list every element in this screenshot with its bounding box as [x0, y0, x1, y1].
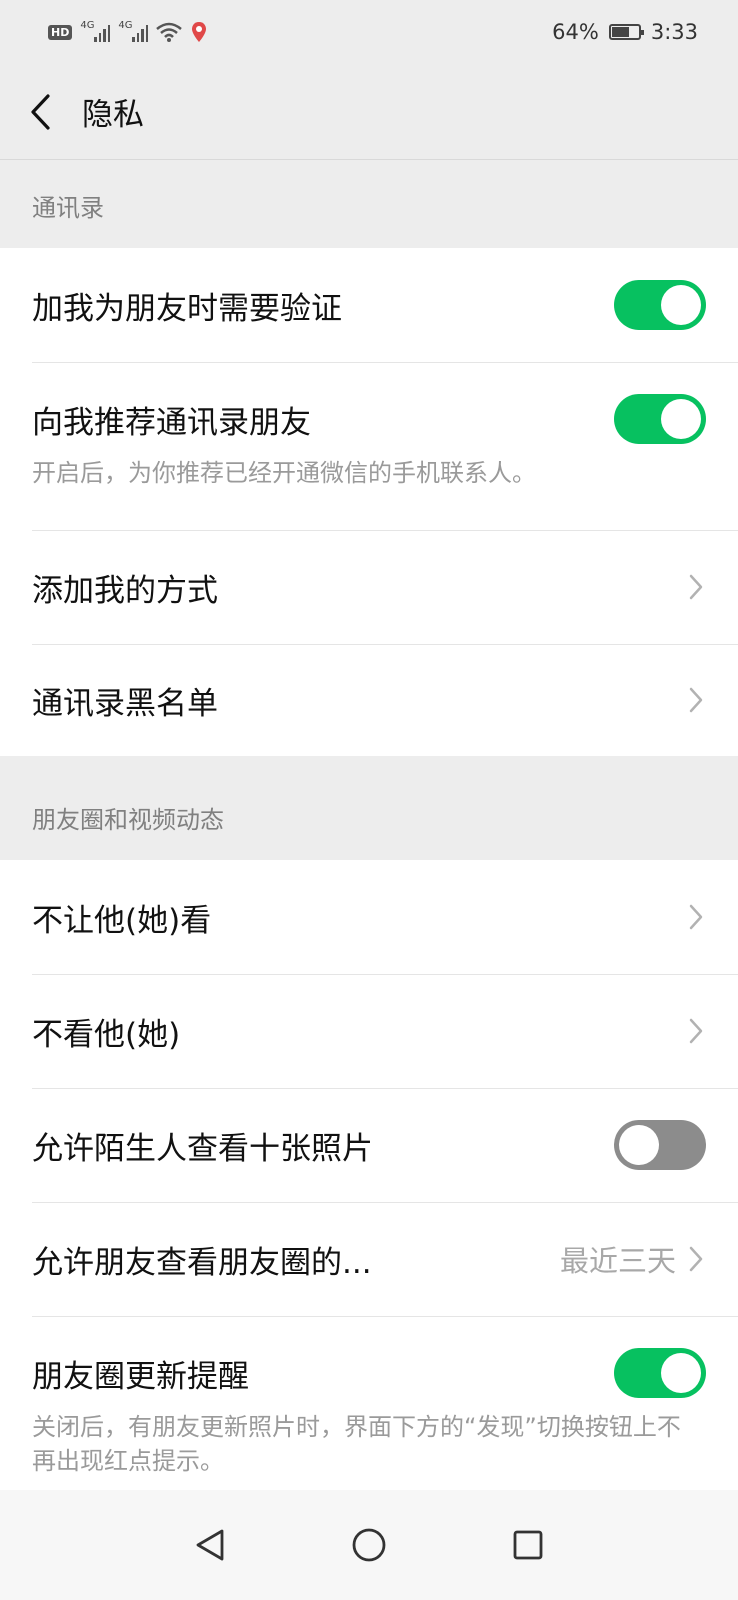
section-title-contacts: 通讯录	[32, 193, 104, 222]
row-label: 允许朋友查看朋友圈的...	[32, 1244, 372, 1281]
chevron-right-icon	[688, 572, 706, 602]
hide-their-posts-row[interactable]: 不看他(她)	[0, 974, 738, 1088]
row-label: 向我推荐通讯录朋友	[32, 404, 311, 441]
signal-icon: 4G	[80, 20, 111, 42]
back-button[interactable]	[0, 64, 80, 160]
back-icon[interactable]	[180, 1515, 240, 1575]
row-label: 朋友圈更新提醒	[32, 1358, 249, 1395]
wifi-icon	[156, 22, 183, 42]
moments-update-reminder-toggle[interactable]	[614, 1348, 706, 1398]
clock: 3:33	[650, 20, 698, 44]
recommend-contacts-row[interactable]: 向我推荐通讯录朋友 开启后，为你推荐已经开通微信的手机联系人。	[0, 362, 738, 530]
status-bar: HD 4G 4G 64% 3:33	[0, 0, 738, 64]
system-navigation-bar	[0, 1490, 738, 1600]
row-label: 添加我的方式	[32, 572, 218, 609]
row-label: 加我为朋友时需要验证	[32, 290, 342, 327]
row-label: 不让他(她)看	[32, 902, 212, 939]
row-description: 开启后，为你推荐已经开通微信的手机联系人。	[32, 459, 536, 487]
stranger-ten-photos-toggle[interactable]	[614, 1120, 706, 1170]
moments-visible-range-row[interactable]: 允许朋友查看朋友圈的... 最近三天	[0, 1202, 738, 1316]
row-label: 允许陌生人查看十张照片	[32, 1130, 373, 1167]
battery-percent: 64%	[552, 20, 599, 44]
contacts-group: 加我为朋友时需要验证 向我推荐通讯录朋友 开启后，为你推荐已经开通微信的手机联系…	[0, 248, 738, 756]
row-label: 不看他(她)	[32, 1016, 181, 1053]
contacts-blacklist-row[interactable]: 通讯录黑名单	[0, 644, 738, 756]
page-title: 隐私	[82, 97, 144, 133]
hide-my-posts-row[interactable]: 不让他(她)看	[0, 860, 738, 974]
chevron-right-icon	[688, 1244, 706, 1274]
status-icons-left: HD 4G 4G	[48, 20, 208, 43]
friend-verification-row[interactable]: 加我为朋友时需要验证	[0, 248, 738, 362]
recents-icon[interactable]	[498, 1515, 558, 1575]
section-title-moments: 朋友圈和视频动态	[32, 805, 224, 834]
add-me-methods-row[interactable]: 添加我的方式	[0, 530, 738, 644]
header: 隐私	[0, 64, 738, 160]
chevron-right-icon	[688, 902, 706, 932]
row-value: 最近三天	[559, 1244, 676, 1278]
recommend-contacts-toggle[interactable]	[614, 394, 706, 444]
moments-update-reminder-row[interactable]: 朋友圈更新提醒 关闭后，有朋友更新照片时，界面下方的“发现”切换按钮上不再出现红…	[0, 1316, 738, 1506]
hd-badge: HD	[48, 24, 73, 40]
chevron-right-icon	[688, 1016, 706, 1046]
stranger-ten-photos-row[interactable]: 允许陌生人查看十张照片	[0, 1088, 738, 1202]
status-icons-right: 64% 3:33	[552, 20, 698, 44]
row-label: 通讯录黑名单	[32, 685, 218, 722]
home-icon[interactable]	[339, 1515, 399, 1575]
moments-group: 不让他(她)看 不看他(她) 允许陌生人查看十张照片 允许朋友查看朋友圈的...…	[0, 860, 738, 1506]
friend-verification-toggle[interactable]	[614, 280, 706, 330]
battery-icon	[608, 24, 644, 40]
chevron-right-icon	[688, 685, 706, 715]
signal-icon-2: 4G	[118, 20, 149, 42]
location-icon	[192, 22, 207, 42]
chevron-left-icon	[31, 93, 50, 130]
